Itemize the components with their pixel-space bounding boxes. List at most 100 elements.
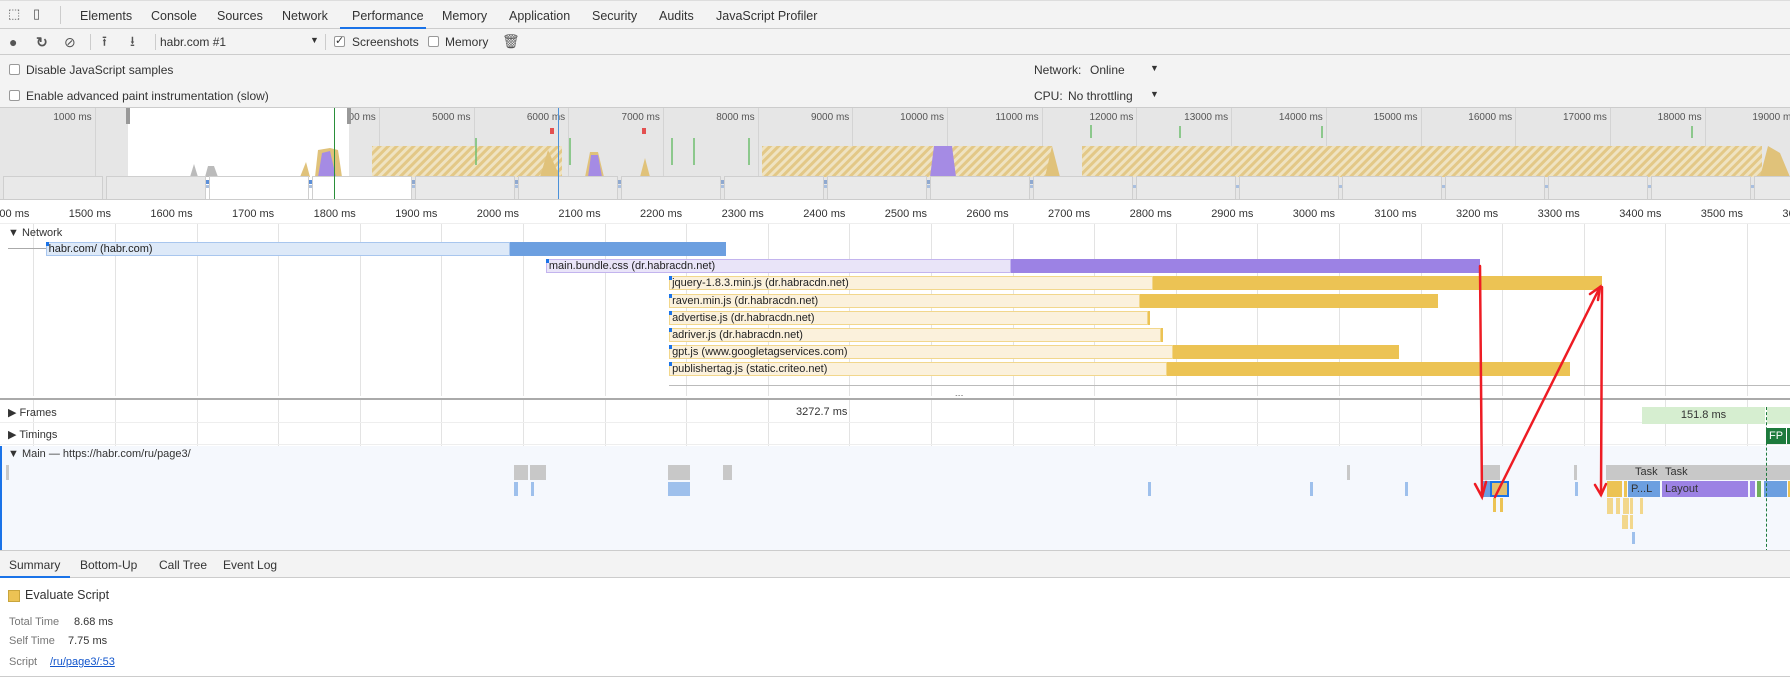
task-block[interactable] bbox=[1483, 465, 1500, 480]
screenshot-thumbnail[interactable] bbox=[209, 176, 309, 199]
event-block[interactable] bbox=[1626, 498, 1629, 514]
task-block[interactable] bbox=[668, 465, 690, 480]
event-block[interactable] bbox=[1610, 498, 1613, 514]
tab-memory[interactable]: Memory bbox=[442, 9, 487, 23]
frames-track-header[interactable]: ▶ Frames bbox=[8, 406, 57, 419]
network-request-bar[interactable]: publishertag.js (static.criteo.net) bbox=[669, 362, 1570, 377]
download-icon[interactable]: ⭳ bbox=[130, 34, 135, 48]
timings-track-header[interactable]: ▶ Timings bbox=[8, 428, 57, 441]
event-block[interactable] bbox=[1575, 482, 1578, 496]
screenshot-thumbnail[interactable] bbox=[827, 176, 927, 199]
evaluate-script-event[interactable] bbox=[1624, 481, 1627, 497]
overview-window-right-handle[interactable] bbox=[347, 108, 351, 124]
network-request-bar[interactable]: gpt.js (www.googletagservices.com) bbox=[669, 345, 1399, 360]
disable-js-samples-checkbox[interactable] bbox=[9, 64, 20, 75]
network-request-bar[interactable]: habr.com/ (habr.com) bbox=[45, 242, 727, 256]
task-block[interactable] bbox=[514, 465, 528, 480]
screenshot-thumbnail[interactable] bbox=[621, 176, 721, 199]
event-block[interactable] bbox=[1310, 482, 1313, 496]
task-block[interactable] bbox=[6, 465, 9, 480]
frame-block[interactable]: 151.8 ms bbox=[1642, 407, 1765, 424]
network-request-bar[interactable]: raven.min.js (dr.habracdn.net) bbox=[669, 293, 1438, 308]
screenshot-thumbnail[interactable] bbox=[106, 176, 206, 199]
selected-evaluate-script-event[interactable] bbox=[1490, 481, 1509, 497]
trash-icon[interactable]: 🗑 bbox=[502, 34, 520, 48]
event-block[interactable] bbox=[1625, 515, 1628, 529]
event-block[interactable] bbox=[1616, 498, 1620, 514]
record-icon[interactable]: ● bbox=[9, 35, 17, 49]
reload-icon[interactable]: ↻ bbox=[36, 35, 48, 49]
screenshot-thumbnail[interactable] bbox=[312, 176, 412, 199]
tab-audits[interactable]: Audits bbox=[659, 9, 694, 23]
layout-event[interactable] bbox=[1750, 481, 1755, 497]
event-block[interactable] bbox=[668, 482, 690, 496]
network-request-bar[interactable]: jquery-1.8.3.min.js (dr.habracdn.net) bbox=[669, 276, 1602, 291]
layout-event[interactable]: Layout bbox=[1662, 481, 1748, 497]
network-request-bar[interactable]: adriver.js (dr.habracdn.net) bbox=[669, 328, 1163, 342]
event-block[interactable] bbox=[1632, 532, 1635, 544]
screenshot-thumbnail[interactable] bbox=[1239, 176, 1339, 199]
screenshot-thumbnail[interactable] bbox=[1548, 176, 1648, 199]
advanced-paint-checkbox[interactable] bbox=[9, 90, 20, 101]
screenshot-thumbnail[interactable] bbox=[1136, 176, 1236, 199]
event-block[interactable] bbox=[1500, 498, 1503, 512]
frame-duration[interactable]: 3272.7 ms bbox=[796, 406, 847, 418]
event-block[interactable] bbox=[1493, 498, 1496, 512]
tab-bottom-up[interactable]: Bottom-Up bbox=[80, 558, 137, 572]
inspect-element-icon[interactable]: ⬚ bbox=[8, 7, 20, 21]
screenshots-checkbox[interactable] bbox=[334, 34, 345, 47]
network-request-bar[interactable]: advertise.js (dr.habracdn.net) bbox=[669, 310, 1150, 325]
cpu-throttle-select[interactable]: No throttling ▼ bbox=[1068, 87, 1163, 103]
screenshot-thumbnail[interactable] bbox=[930, 176, 1030, 199]
screenshot-thumbnail[interactable] bbox=[1342, 176, 1442, 199]
script-link[interactable]: /ru/page3/:53 bbox=[50, 656, 115, 668]
event-block[interactable] bbox=[514, 482, 518, 496]
clear-icon[interactable]: ⊘ bbox=[64, 35, 76, 49]
tab-call-tree[interactable]: Call Tree bbox=[159, 558, 207, 572]
tab-performance[interactable]: Performance bbox=[352, 9, 424, 23]
tab-network[interactable]: Network bbox=[282, 9, 328, 23]
event-block[interactable] bbox=[1630, 515, 1633, 529]
screenshot-thumbnail[interactable] bbox=[1033, 176, 1133, 199]
task-block[interactable] bbox=[1347, 465, 1350, 480]
task-block[interactable] bbox=[723, 465, 732, 480]
parse-html-event[interactable] bbox=[1764, 481, 1787, 497]
task-block[interactable]: Task bbox=[1662, 465, 1790, 480]
profile-select[interactable]: habr.com #1 ▼ bbox=[160, 33, 320, 51]
tab-event-log[interactable]: Event Log bbox=[223, 558, 277, 572]
task-block[interactable] bbox=[1574, 465, 1577, 480]
tab-sources[interactable]: Sources bbox=[217, 9, 263, 23]
paint-event[interactable] bbox=[1757, 481, 1761, 497]
screenshot-thumbnail[interactable] bbox=[724, 176, 824, 199]
event-block[interactable] bbox=[1640, 498, 1643, 514]
network-throttle-select[interactable]: Online ▼ bbox=[1090, 61, 1160, 77]
event-block[interactable] bbox=[1148, 482, 1151, 496]
event-block[interactable] bbox=[1630, 498, 1633, 514]
upload-icon[interactable]: ⭱ bbox=[102, 34, 107, 48]
frame-block[interactable] bbox=[1767, 407, 1790, 424]
timeline-overview[interactable]: 1000 ms2000 ms3000 ms4000 ms5000 ms6000 … bbox=[0, 108, 1790, 200]
tab-elements[interactable]: Elements bbox=[80, 9, 132, 23]
resize-handle[interactable]: ••• bbox=[955, 392, 963, 396]
task-block[interactable]: Task bbox=[1632, 465, 1662, 480]
network-track-header[interactable]: ▼ Network bbox=[8, 227, 62, 239]
device-toolbar-icon[interactable]: ▯ bbox=[33, 7, 40, 21]
parse-html-event[interactable]: P...L bbox=[1628, 481, 1660, 497]
screenshot-thumbnail[interactable] bbox=[518, 176, 618, 199]
tab-summary[interactable]: Summary bbox=[9, 558, 60, 572]
first-paint-marker[interactable]: FP bbox=[1766, 428, 1786, 444]
tab-javascript-profiler[interactable]: JavaScript Profiler bbox=[716, 9, 817, 23]
screenshot-thumbnail[interactable] bbox=[1754, 176, 1790, 199]
screenshot-thumbnail[interactable] bbox=[415, 176, 515, 199]
task-block[interactable] bbox=[530, 465, 546, 480]
tab-console[interactable]: Console bbox=[151, 9, 197, 23]
screenshot-thumbnail[interactable] bbox=[1445, 176, 1545, 199]
task-block[interactable] bbox=[1606, 465, 1632, 480]
event-block[interactable] bbox=[531, 482, 534, 496]
overview-window-left-handle[interactable] bbox=[126, 108, 130, 124]
network-request-bar[interactable]: main.bundle.css (dr.habracdn.net) bbox=[545, 259, 1481, 274]
evaluate-script-event[interactable] bbox=[1607, 481, 1622, 497]
tab-application[interactable]: Application bbox=[509, 9, 570, 23]
event-block[interactable] bbox=[1405, 482, 1408, 496]
main-track-header[interactable]: ▼ Main — https://habr.com/ru/page3/ bbox=[8, 448, 191, 460]
